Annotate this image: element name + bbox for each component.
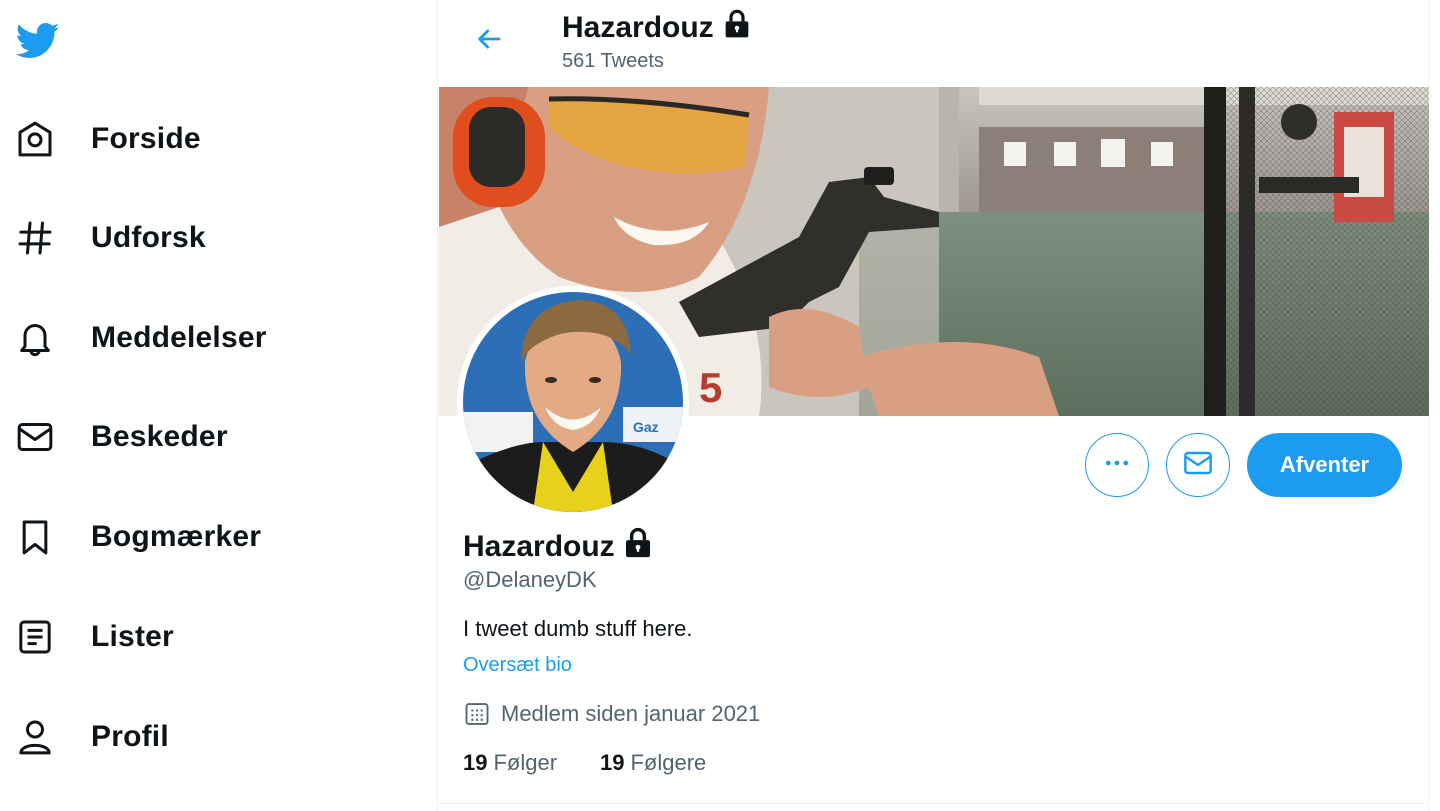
sidebar-item-label: Meddelelser bbox=[91, 321, 267, 354]
twitter-bird-icon[interactable] bbox=[14, 18, 62, 62]
sidebar-item-messages[interactable]: Beskeder bbox=[14, 409, 228, 465]
lock-icon bbox=[720, 8, 754, 48]
sidebar-item-label: Bogmærker bbox=[91, 520, 262, 553]
profile-name: Hazardouz bbox=[463, 530, 615, 563]
sidebar-item-label: Lister bbox=[91, 620, 174, 653]
joined-text: Medlem siden januar 2021 bbox=[501, 701, 761, 726]
person-icon bbox=[14, 716, 56, 758]
following-link[interactable]: 19 Følger bbox=[463, 750, 557, 776]
sidebar: Forside Udforsk Meddelelser Beskeder Bog… bbox=[0, 0, 437, 811]
followers-label: Følgere bbox=[630, 750, 707, 775]
svg-text:5: 5 bbox=[699, 364, 722, 411]
following-label: Følger bbox=[493, 750, 558, 775]
lock-icon bbox=[621, 526, 655, 568]
profile-name-row: Hazardouz bbox=[463, 526, 655, 568]
sidebar-item-lists[interactable]: Lister bbox=[14, 609, 174, 665]
more-options-button[interactable] bbox=[1085, 433, 1149, 497]
envelope-icon bbox=[1182, 447, 1214, 484]
sidebar-item-profile[interactable]: Profil bbox=[14, 709, 169, 765]
header-title: Hazardouz bbox=[562, 8, 754, 48]
sidebar-item-label: Forside bbox=[91, 122, 201, 155]
bookmark-icon bbox=[14, 516, 56, 558]
sidebar-item-bookmarks[interactable]: Bogmærker bbox=[14, 509, 261, 565]
profile-joined: Medlem siden januar 2021 bbox=[463, 700, 760, 728]
sidebar-item-explore[interactable]: Udforsk bbox=[14, 210, 206, 266]
back-button[interactable] bbox=[470, 22, 508, 60]
profile-handle: @DelaneyDK bbox=[463, 567, 597, 592]
sidebar-item-label: Profil bbox=[91, 720, 169, 753]
message-button[interactable] bbox=[1166, 433, 1230, 497]
tweet-count: 561 Tweets bbox=[562, 50, 664, 72]
bell-icon bbox=[14, 317, 56, 359]
calendar-icon bbox=[463, 700, 491, 728]
header-name: Hazardouz bbox=[562, 11, 714, 44]
following-count: 19 bbox=[463, 750, 488, 775]
sidebar-item-label: Beskeder bbox=[91, 420, 228, 453]
arrow-left-icon bbox=[474, 24, 504, 59]
profile-bio: I tweet dumb stuff here. bbox=[463, 616, 693, 641]
hashtag-icon bbox=[14, 217, 56, 259]
sidebar-item-home[interactable]: Forside bbox=[14, 111, 201, 167]
divider bbox=[437, 803, 1429, 804]
home-icon bbox=[14, 118, 56, 160]
list-icon bbox=[14, 616, 56, 658]
followers-count: 19 bbox=[600, 750, 625, 775]
translate-bio-link[interactable]: Oversæt bio bbox=[463, 654, 572, 677]
pending-follow-button[interactable]: Afventer bbox=[1247, 433, 1402, 497]
followers-link[interactable]: 19 Følgere bbox=[600, 750, 706, 776]
profile-header-bar: Hazardouz 561 Tweets bbox=[438, 0, 1430, 87]
sidebar-item-label: Udforsk bbox=[91, 221, 206, 254]
svg-text:Gaz: Gaz bbox=[633, 419, 659, 435]
sidebar-item-notifications[interactable]: Meddelelser bbox=[14, 310, 267, 366]
more-dots-icon bbox=[1102, 448, 1132, 483]
envelope-icon bbox=[14, 416, 56, 458]
profile-avatar[interactable]: Gaz bbox=[457, 286, 689, 518]
